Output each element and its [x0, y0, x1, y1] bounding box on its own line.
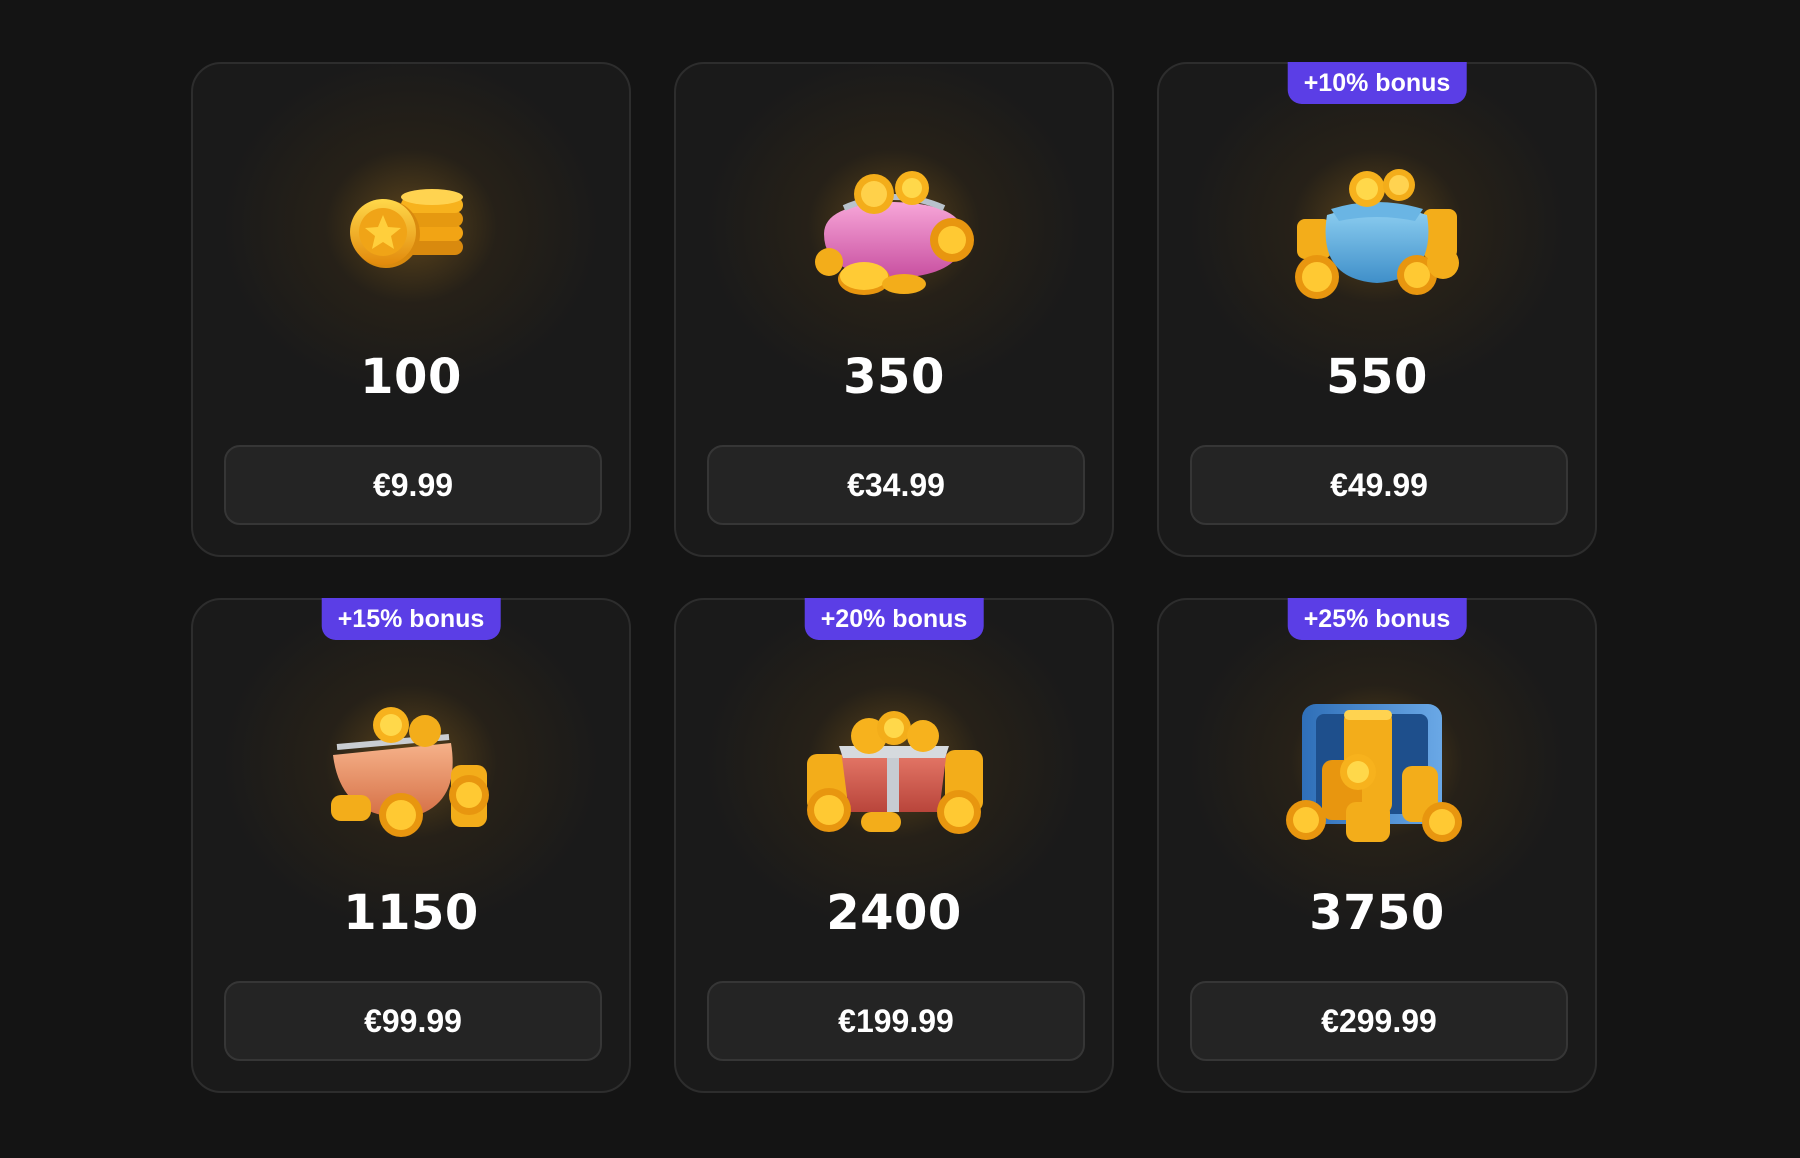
coin-chest-icon — [676, 680, 1112, 860]
buy-button[interactable]: €9.99 — [224, 445, 602, 525]
coin-pouch-icon — [193, 680, 629, 860]
buy-button[interactable]: €99.99 — [224, 981, 602, 1061]
bonus-badge: +25% bonus — [1287, 598, 1467, 640]
coin-pack-card: 350 €34.99 — [674, 62, 1114, 557]
coin-amount: 1150 — [343, 885, 479, 941]
bonus-badge: +20% bonus — [804, 598, 984, 640]
coin-amount: 2400 — [826, 885, 962, 941]
coin-bag-icon — [1159, 144, 1595, 324]
coin-pack-card: 100 €9.99 — [191, 62, 631, 557]
buy-button[interactable]: €199.99 — [707, 981, 1085, 1061]
coin-vault-icon — [1159, 680, 1595, 860]
coin-pack-card: +15% bonus 1150 €99.99 — [191, 598, 631, 1093]
buy-button[interactable]: €299.99 — [1190, 981, 1568, 1061]
coin-pack-card: +25% bonus 3750 €299.99 — [1157, 598, 1597, 1093]
coin-amount: 3750 — [1309, 885, 1445, 941]
coin-purse-icon — [676, 144, 1112, 324]
buy-button[interactable]: €34.99 — [707, 445, 1085, 525]
coin-pack-card: +20% bonus 2400 €199.99 — [674, 598, 1114, 1093]
coin-amount: 350 — [843, 349, 945, 405]
buy-button[interactable]: €49.99 — [1190, 445, 1568, 525]
coin-stack-icon — [193, 144, 629, 324]
coin-pack-grid: 100 €9.99 350 €34.99 +10% bonus 550 €49.… — [191, 62, 1597, 1093]
coin-amount: 100 — [360, 349, 462, 405]
coin-pack-card: +10% bonus 550 €49.99 — [1157, 62, 1597, 557]
bonus-badge: +10% bonus — [1287, 62, 1467, 104]
coin-amount: 550 — [1326, 349, 1428, 405]
bonus-badge: +15% bonus — [321, 598, 501, 640]
